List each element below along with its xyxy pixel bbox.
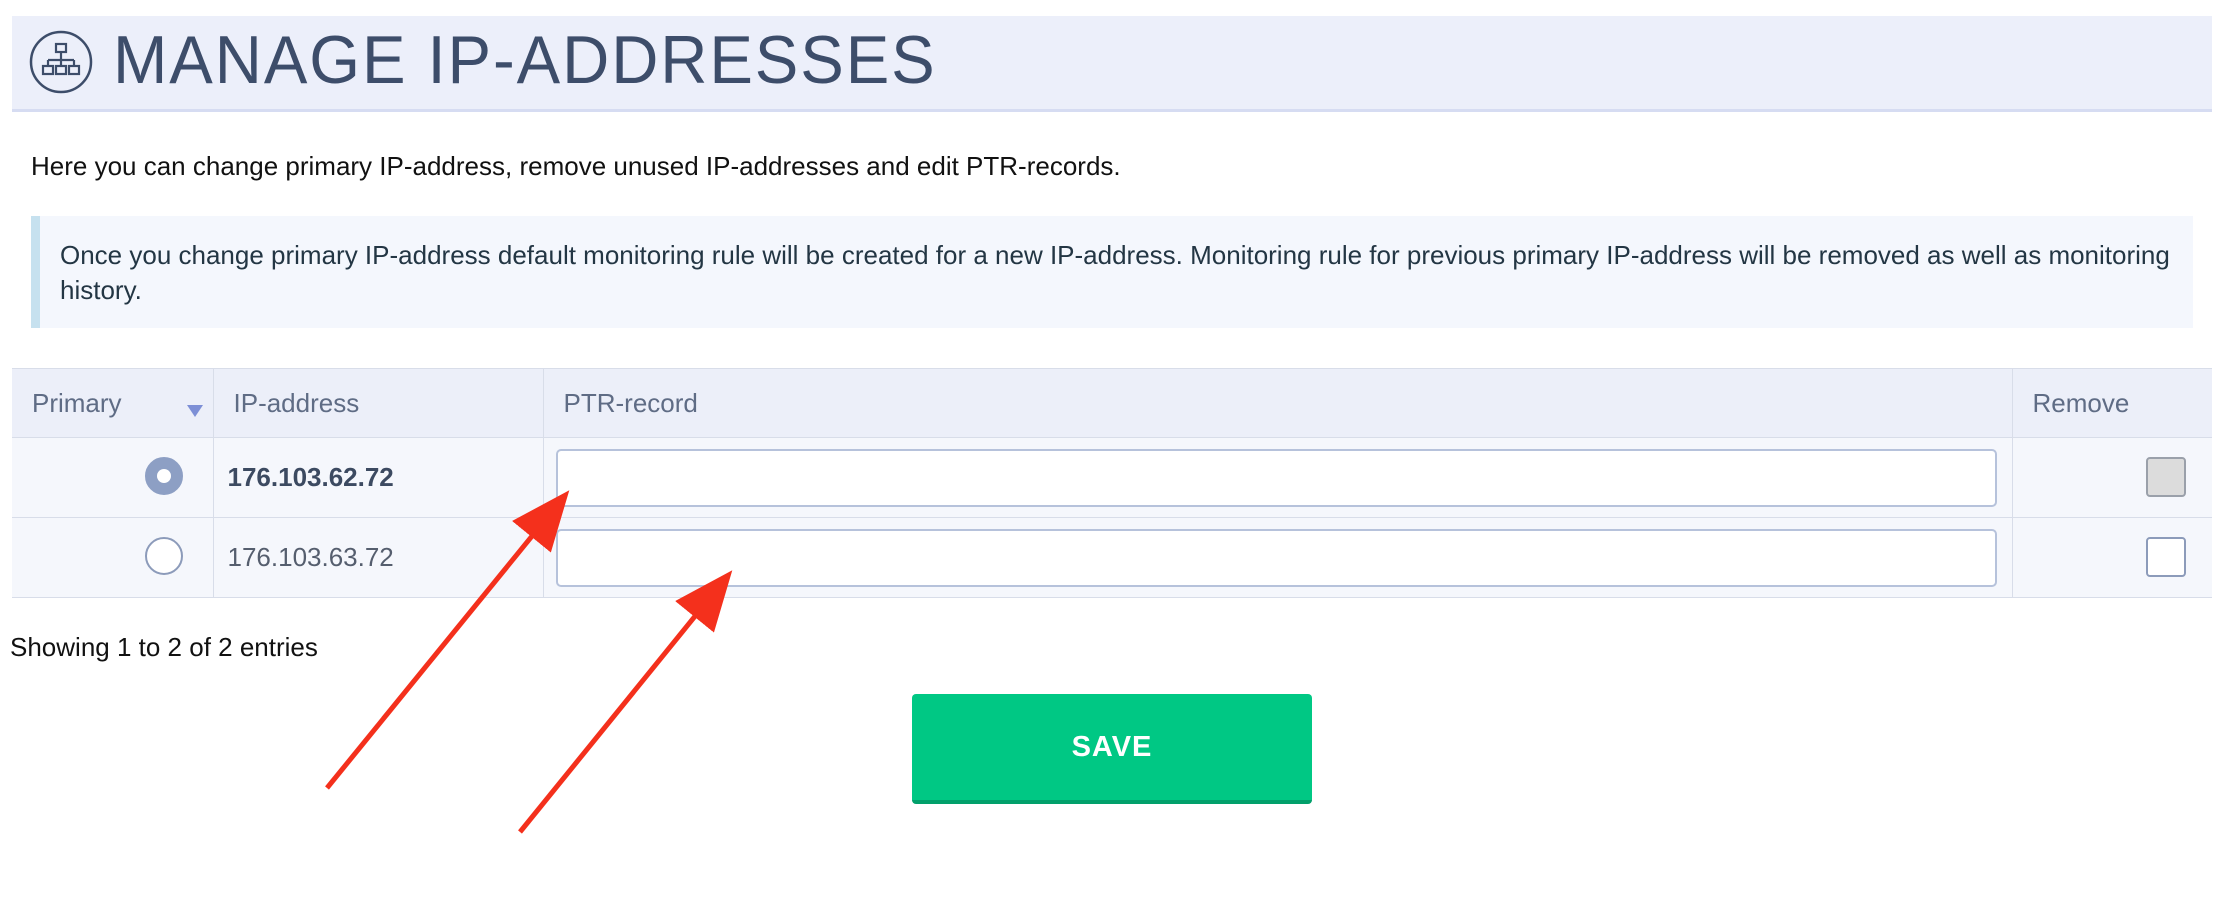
ip-address-table: Primary IP-address PTR-record Remove 176… xyxy=(12,368,2212,598)
column-header-ip-label: IP-address xyxy=(233,387,360,418)
intro-text: Here you can change primary IP-address, … xyxy=(31,151,1121,181)
network-icon xyxy=(29,30,93,94)
column-header-ip: IP-address xyxy=(213,368,544,438)
table-row: 176.103.62.72 xyxy=(12,437,2212,518)
sort-desc-icon[interactable] xyxy=(186,405,203,417)
page-title: MANAGE IP-ADDRESSES xyxy=(113,22,937,98)
table-header-row: Primary IP-address PTR-record Remove xyxy=(12,368,2212,438)
ptr-record-input[interactable] xyxy=(555,528,1997,587)
ip-address: 176.103.63.72 xyxy=(227,542,394,572)
column-header-remove: Remove xyxy=(2012,368,2212,438)
remove-checkbox[interactable] xyxy=(2146,537,2186,577)
ip-cell: 176.103.63.72 xyxy=(213,517,544,598)
primary-radio[interactable] xyxy=(145,537,183,575)
primary-cell xyxy=(12,517,214,598)
annotation-arrow xyxy=(518,570,733,834)
ptr-cell xyxy=(543,437,2013,518)
remove-cell xyxy=(2012,517,2212,598)
ip-address: 176.103.62.72 xyxy=(227,462,394,492)
column-header-primary[interactable]: Primary xyxy=(12,368,214,438)
remove-checkbox xyxy=(2146,457,2186,497)
ip-cell: 176.103.62.72 xyxy=(213,437,544,518)
ptr-cell xyxy=(543,517,2013,598)
save-button[interactable]: SAVE xyxy=(912,694,1312,804)
column-header-remove-label: Remove xyxy=(2032,387,2130,418)
info-notice-text: Once you change primary IP-address defau… xyxy=(60,240,2170,305)
ptr-record-input[interactable] xyxy=(555,448,1997,507)
column-header-primary-label: Primary xyxy=(32,387,122,418)
primary-radio[interactable] xyxy=(145,457,183,495)
primary-cell xyxy=(12,437,214,518)
column-header-ptr: PTR-record xyxy=(543,368,2013,438)
page-header: MANAGE IP-ADDRESSES xyxy=(12,16,2212,112)
table-row: 176.103.63.72 xyxy=(12,517,2212,598)
remove-cell xyxy=(2012,437,2212,518)
info-notice: Once you change primary IP-address defau… xyxy=(31,216,2193,328)
column-header-ptr-label: PTR-record xyxy=(563,387,698,418)
entries-info: Showing 1 to 2 of 2 entries xyxy=(10,632,318,662)
